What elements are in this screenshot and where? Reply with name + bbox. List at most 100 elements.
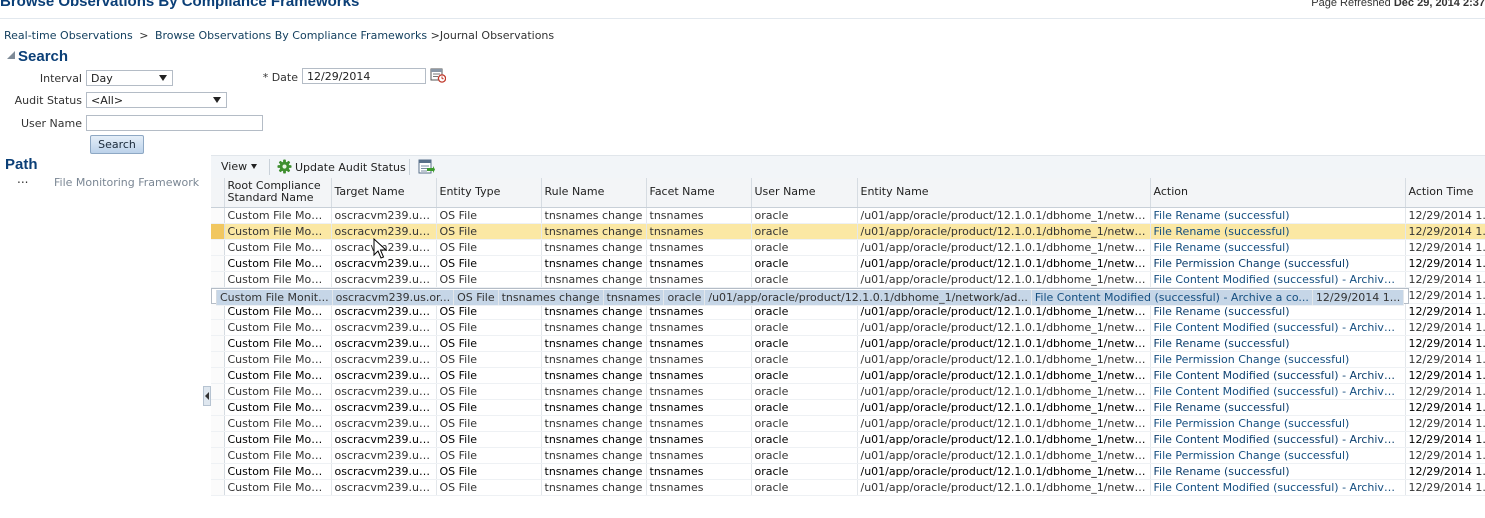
path-item-file-monitoring-framework[interactable]: File Monitoring Framework bbox=[54, 176, 199, 189]
table-row[interactable]: Custom File Monit...oscracvm239.us.or...… bbox=[211, 239, 1485, 256]
table-row[interactable]: Custom File Monit...oscracvm239.us.or...… bbox=[211, 351, 1485, 368]
cell-user-name: oracle bbox=[663, 289, 706, 306]
cell-action-time: 12/29/2014 1... bbox=[1405, 319, 1485, 336]
cell-action[interactable]: File Content Modified (successful) - Arc… bbox=[1150, 479, 1406, 496]
table-row[interactable]: Custom File Monit...oscracvm239.us.or...… bbox=[211, 223, 1485, 240]
cell-action[interactable]: File Permission Change (successful) bbox=[1150, 351, 1406, 368]
table-row[interactable]: Custom File Monit...oscracvm239.us.or...… bbox=[211, 335, 1485, 352]
cell-action[interactable]: File Content Modified (successful) - Arc… bbox=[1150, 319, 1406, 336]
cell-entity-name: /u01/app/oracle/product/12.1.0.1/dbhome_… bbox=[857, 351, 1151, 368]
table-row[interactable]: Custom File Monit...oscracvm239.us.or...… bbox=[211, 287, 1410, 306]
row-selector[interactable] bbox=[211, 431, 225, 448]
cell-action[interactable]: File Rename (successful) bbox=[1150, 223, 1406, 240]
interval-label: Interval bbox=[39, 72, 82, 85]
search-button[interactable]: Search bbox=[90, 135, 144, 154]
row-selector[interactable] bbox=[211, 239, 225, 256]
refresh-value: Dec 29, 2014 2:37 bbox=[1393, 0, 1485, 9]
column-header-target-name[interactable]: Target Name bbox=[331, 178, 437, 208]
row-selector[interactable] bbox=[211, 463, 225, 480]
cell-user-name: oracle bbox=[751, 399, 858, 416]
cell-action[interactable]: File Rename (successful) bbox=[1150, 335, 1406, 352]
table-row[interactable]: Custom File Monit...oscracvm239.us.or...… bbox=[211, 319, 1485, 336]
cell-action[interactable]: File Permission Change (successful) bbox=[1150, 447, 1406, 464]
table-row[interactable]: Custom File Monit...oscracvm239.us.or...… bbox=[211, 383, 1485, 400]
audit-status-select[interactable]: <All> bbox=[86, 92, 227, 108]
row-selector[interactable] bbox=[211, 255, 225, 272]
cell-user-name: oracle bbox=[751, 207, 858, 224]
column-header-entity-name[interactable]: Entity Name bbox=[857, 178, 1151, 208]
row-selector[interactable] bbox=[211, 351, 225, 368]
row-selector[interactable] bbox=[211, 399, 225, 416]
cell-action[interactable]: File Content Modified (successful) - Arc… bbox=[1150, 367, 1406, 384]
cell-entity-type: OS File bbox=[436, 207, 542, 224]
table-row[interactable]: Custom File Monit...oscracvm239.us.or...… bbox=[211, 463, 1485, 480]
cell-action-time: 12/29/2014 1... bbox=[1405, 351, 1485, 368]
cell-facet-name: tnsnames bbox=[646, 447, 752, 464]
export-icon[interactable] bbox=[418, 159, 435, 175]
view-menu[interactable]: View bbox=[221, 160, 258, 173]
cell-rule-name: tnsnames change bbox=[541, 383, 647, 400]
column-header-rule-name[interactable]: Rule Name bbox=[541, 178, 647, 208]
breadcrumb-realtime-observations[interactable]: Real-time Observations bbox=[4, 29, 133, 42]
path-title: Path bbox=[5, 156, 38, 173]
date-input[interactable]: 12/29/2014 bbox=[302, 68, 426, 84]
cell-action[interactable]: File Content Modified (successful) - Arc… bbox=[1031, 289, 1313, 306]
cell-action[interactable]: File Content Modified (successful) - Arc… bbox=[1150, 383, 1406, 400]
cell-action[interactable]: File Rename (successful) bbox=[1150, 463, 1406, 480]
column-header-user-name[interactable]: User Name bbox=[751, 178, 858, 208]
cell-action[interactable]: File Rename (successful) bbox=[1150, 207, 1406, 224]
interval-select[interactable]: Day bbox=[86, 70, 173, 86]
table-row[interactable]: Custom File Monit...oscracvm239.us.or...… bbox=[211, 447, 1485, 464]
row-selector[interactable] bbox=[211, 447, 225, 464]
cell-action[interactable]: File Rename (successful) bbox=[1150, 239, 1406, 256]
breadcrumb-separator: > bbox=[139, 29, 149, 42]
cell-root-compliance-standard-name: Custom File Monit... bbox=[224, 351, 332, 368]
user-name-input[interactable] bbox=[86, 115, 263, 131]
breadcrumb-browse-observations[interactable]: Browse Observations By Compliance Framew… bbox=[155, 29, 427, 42]
disclosure-triangle-icon bbox=[7, 51, 15, 59]
table-row[interactable]: Custom File Monit...oscracvm239.us.or...… bbox=[211, 271, 1485, 288]
cell-entity-name: /u01/app/oracle/product/12.1.0.1/dbhome_… bbox=[857, 207, 1151, 224]
cell-action[interactable]: File Content Modified (successful) - Arc… bbox=[1150, 271, 1406, 288]
row-selector[interactable] bbox=[211, 271, 225, 288]
row-selector[interactable] bbox=[211, 479, 225, 496]
cell-target-name: oscracvm239.us.or... bbox=[332, 289, 455, 306]
row-selector[interactable] bbox=[211, 207, 225, 224]
cell-action[interactable]: File Content Modified (successful) - Arc… bbox=[1150, 431, 1406, 448]
cell-root-compliance-standard-name: Custom File Monit... bbox=[224, 207, 332, 224]
cell-user-name: oracle bbox=[751, 319, 858, 336]
row-selector[interactable] bbox=[211, 415, 225, 432]
table-row[interactable]: Custom File Monit...oscracvm239.us.or...… bbox=[211, 399, 1485, 416]
row-selector[interactable] bbox=[211, 335, 225, 352]
cell-action[interactable]: File Rename (successful) bbox=[1150, 399, 1406, 416]
cell-action[interactable]: File Permission Change (successful) bbox=[1150, 415, 1406, 432]
table-row[interactable]: Custom File Monit...oscracvm239.us.or...… bbox=[211, 415, 1485, 432]
column-header-entity-type[interactable]: Entity Type bbox=[436, 178, 542, 208]
cell-entity-name: /u01/app/oracle/product/12.1.0.1/dbhome_… bbox=[857, 431, 1151, 448]
cell-action-time: 12/29/2014 1... bbox=[1405, 223, 1485, 240]
cell-entity-name: /u01/app/oracle/product/12.1.0.1/dbhome_… bbox=[857, 335, 1151, 352]
row-selector[interactable] bbox=[211, 223, 225, 240]
cell-facet-name: tnsnames bbox=[646, 463, 752, 480]
table-row[interactable]: Custom File Monit...oscracvm239.us.or...… bbox=[211, 431, 1485, 448]
cell-entity-type: OS File bbox=[436, 447, 542, 464]
update-audit-status-button[interactable]: Update Audit Status bbox=[277, 159, 406, 174]
row-selector[interactable] bbox=[211, 383, 225, 400]
column-header-facet-name[interactable]: Facet Name bbox=[646, 178, 752, 208]
column-header-root-compliance-standard-name[interactable]: Root Compliance Standard Name bbox=[224, 178, 332, 208]
row-selector[interactable] bbox=[211, 367, 225, 384]
column-header-action-time[interactable]: Action Time bbox=[1405, 178, 1485, 208]
calendar-icon[interactable] bbox=[430, 67, 446, 83]
row-selector[interactable] bbox=[211, 319, 225, 336]
table-row[interactable]: Custom File Monit...oscracvm239.us.or...… bbox=[211, 255, 1485, 272]
update-audit-status-label: Update Audit Status bbox=[295, 161, 406, 174]
cell-entity-type: OS File bbox=[436, 335, 542, 352]
column-header-action[interactable]: Action bbox=[1150, 178, 1406, 208]
panel-collapse-handle[interactable] bbox=[203, 386, 211, 406]
table-row[interactable]: Custom File Monit...oscracvm239.us.or...… bbox=[211, 479, 1485, 496]
table-row[interactable]: Custom File Monit...oscracvm239.us.or...… bbox=[211, 367, 1485, 384]
table-row[interactable]: Custom File Monit...oscracvm239.us.or...… bbox=[211, 207, 1485, 224]
search-section-toggle[interactable]: Search bbox=[7, 48, 68, 65]
path-more[interactable]: ... bbox=[17, 172, 28, 186]
cell-action[interactable]: File Permission Change (successful) bbox=[1150, 255, 1406, 272]
